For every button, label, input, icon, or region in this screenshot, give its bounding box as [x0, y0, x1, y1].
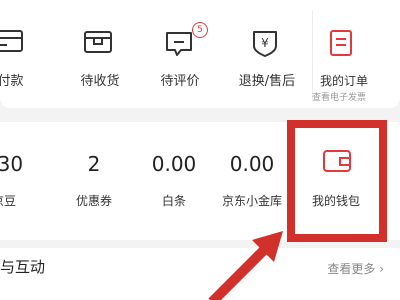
annotation-arrow: [208, 231, 283, 300]
